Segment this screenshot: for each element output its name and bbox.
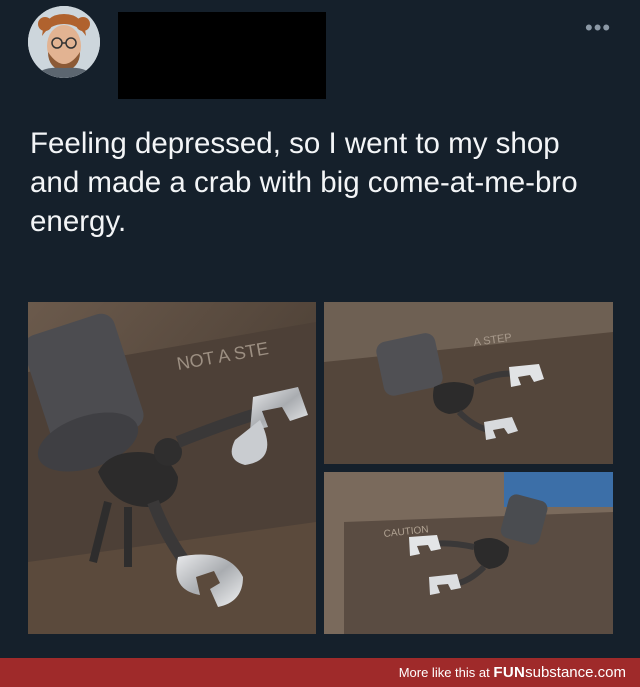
avatar-photo — [28, 6, 100, 78]
footer-link[interactable]: More like this at FUNsubstance.com — [399, 664, 626, 681]
tweet-text: Feeling depressed, so I went to my shop … — [30, 127, 578, 238]
username-redaction — [118, 12, 326, 99]
more-options-icon[interactable]: ••• — [585, 17, 611, 39]
brand-light: substance.com — [525, 664, 626, 681]
photo-grid: NOT A STE A STEP CAUTION — [28, 302, 613, 634]
avatar[interactable] — [28, 6, 100, 78]
crab-photo-top-right[interactable]: A STEP — [324, 302, 613, 464]
footer-prefix: More like this at — [398, 665, 490, 680]
crab-photo-large[interactable]: NOT A STE — [28, 302, 316, 634]
brand-bold: FUN — [493, 664, 526, 681]
watermark-footer: More like this at FUNsubstance.com — [0, 658, 640, 687]
crab-photo-bottom-right[interactable]: CAUTION — [324, 472, 613, 634]
